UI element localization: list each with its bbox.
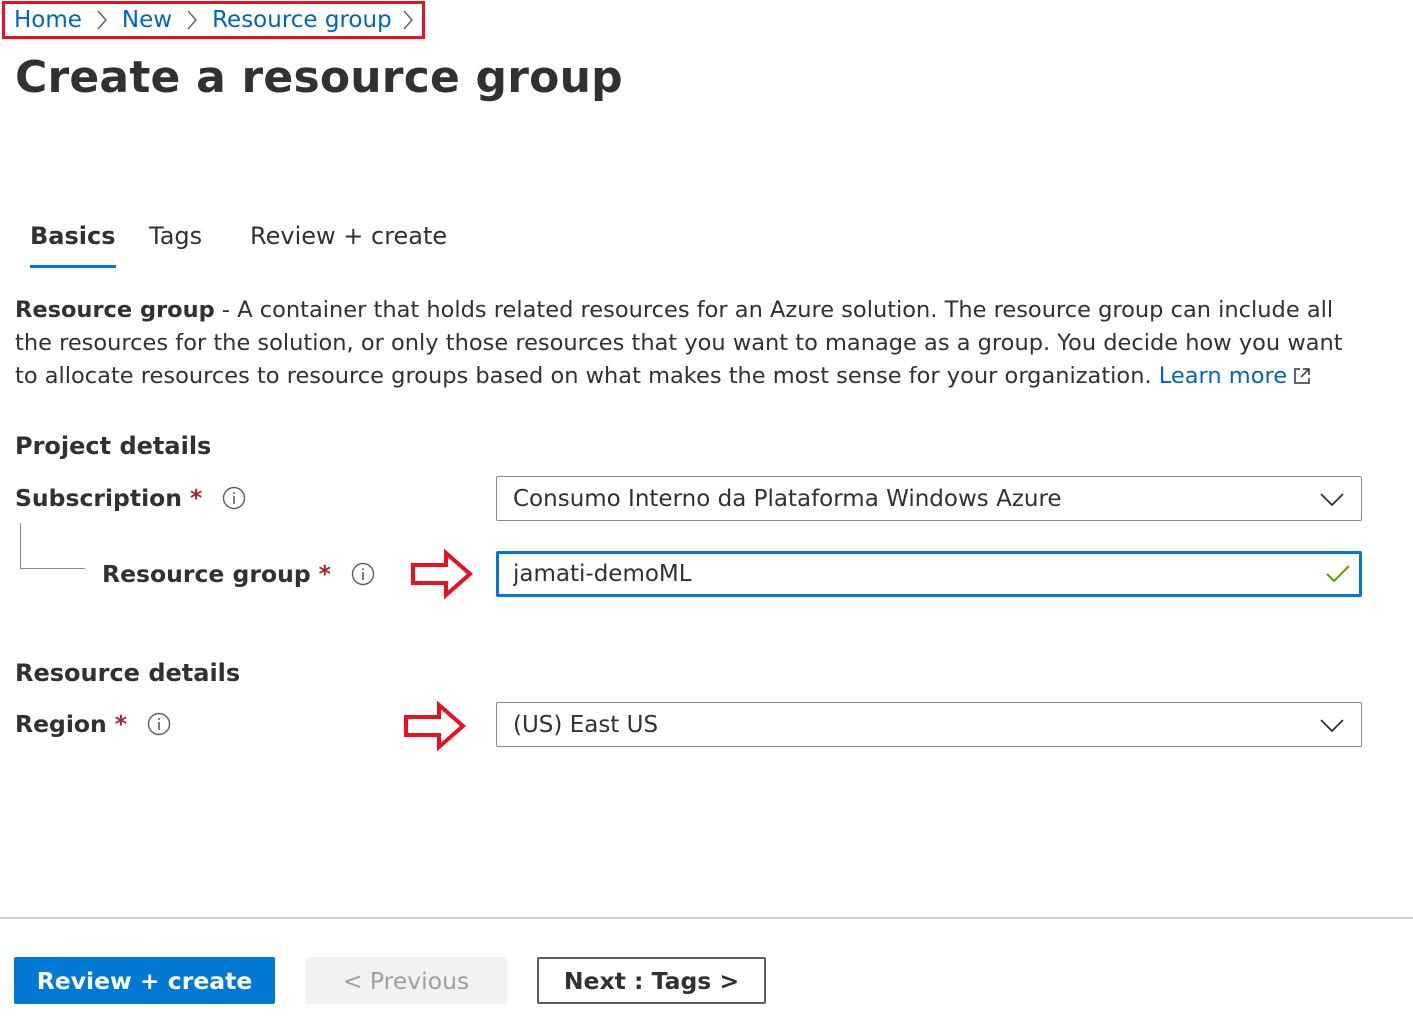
region-label: Region [15,710,107,738]
chevron-right-icon [392,9,414,31]
region-value: (US) East US [513,711,659,738]
info-icon[interactable] [147,712,171,736]
description: Resource group - A container that holds … [15,294,1355,395]
resource-group-label-row: Resource group * [102,560,375,588]
resource-group-input-wrap [496,551,1362,597]
project-details-heading: Project details [15,432,212,460]
chevron-right-icon [172,9,212,31]
required-marker: * [190,484,203,512]
subscription-label-row: Subscription * [15,484,246,512]
footer-divider [0,917,1413,919]
previous-button[interactable]: < Previous [305,957,507,1004]
chevron-down-icon [1319,715,1345,741]
page-title: Create a resource group [15,52,623,103]
description-text: - A container that holds related resourc… [15,297,1343,389]
description-bold-prefix: Resource group [15,297,215,323]
red-arrow-annotation-icon [410,549,474,599]
tab-basics[interactable]: Basics [30,218,116,268]
subscription-label: Subscription [15,484,183,512]
review-create-button[interactable]: Review + create [14,957,275,1004]
required-marker: * [114,710,128,738]
required-marker: * [318,560,331,588]
resource-group-input[interactable] [499,554,1313,594]
region-dropdown[interactable]: (US) East US [496,702,1362,747]
breadcrumb-home-link[interactable]: Home [14,7,82,33]
info-icon[interactable] [222,486,246,510]
external-link-icon[interactable] [1293,362,1311,395]
chevron-right-icon [82,9,122,31]
info-icon[interactable] [351,562,375,586]
subscription-value: Consumo Interno da Plataforma Windows Az… [513,485,1062,512]
tab-tags[interactable]: Tags [149,218,202,268]
red-arrow-annotation-icon [403,701,467,751]
learn-more-link[interactable]: Learn more [1159,363,1287,389]
resource-details-heading: Resource details [15,659,241,687]
region-label-row: Region * [15,710,171,738]
breadcrumb-resource-group-link[interactable]: Resource group [212,7,392,33]
tree-connector [20,523,85,569]
resource-group-label: Resource group [102,560,311,588]
next-tags-button[interactable]: Next : Tags > [537,957,766,1004]
breadcrumb: Home New Resource group [2,1,425,39]
chevron-down-icon [1319,489,1345,515]
subscription-dropdown[interactable]: Consumo Interno da Plataforma Windows Az… [496,476,1362,521]
breadcrumb-new-link[interactable]: New [122,7,172,33]
checkmark-icon [1325,563,1351,589]
tab-review-create[interactable]: Review + create [250,218,447,268]
